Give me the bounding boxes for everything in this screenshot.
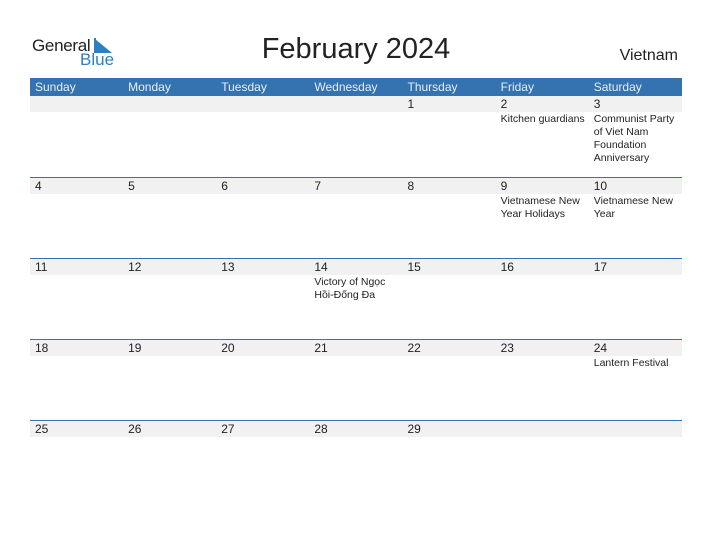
day-number [30, 96, 123, 112]
calendar-title: February 2024 [261, 33, 451, 65]
day-number: 4 [35, 179, 42, 193]
week-row: 1 2 3 Kitchen guardians Communist Party of V… [30, 96, 682, 177]
day-number: 16 [500, 260, 514, 274]
day-event [216, 194, 309, 221]
day-number: 29 [407, 422, 421, 436]
country-label: Vietnam [619, 47, 678, 64]
day-number: 7 [314, 179, 322, 193]
day-number: 5 [128, 179, 135, 193]
day-number: 22 [407, 341, 421, 355]
event-row: Vietnamese New Year Holidays Vietnamese N… [30, 194, 682, 221]
day-event [496, 356, 589, 370]
day-number: 3 [593, 97, 601, 111]
day-event [403, 112, 496, 165]
day-event: Vietnamese New Year Holidays [500, 195, 580, 220]
weekday-thursday: Thursday [407, 80, 458, 94]
day-event [123, 437, 216, 438]
day-number-row: 1 2 3 [30, 96, 682, 112]
day-number: 25 [35, 422, 49, 436]
day-number: 10 [593, 179, 608, 193]
day-event [496, 275, 589, 302]
day-number [309, 96, 402, 112]
week-row: 25 26 27 28 29 [30, 420, 682, 501]
day-event [403, 437, 496, 438]
day-event [216, 275, 309, 302]
day-number-row: 18 19 20 21 22 23 24 [30, 340, 682, 356]
day-event [216, 437, 309, 438]
day-number: 28 [314, 422, 328, 436]
day-event: Kitchen guardians [500, 113, 585, 125]
day-number [496, 421, 589, 437]
day-number-row: 25 26 27 28 29 [30, 421, 682, 437]
event-row [30, 437, 682, 438]
weekday-tuesday: Tuesday [221, 80, 267, 94]
day-number: 11 [35, 260, 48, 274]
weekday-friday: Friday [500, 80, 534, 94]
day-number: 13 [221, 260, 235, 274]
day-number: 14 [314, 260, 328, 274]
day-event [589, 437, 682, 438]
day-number: 1 [407, 97, 415, 111]
day-event [403, 356, 496, 370]
day-event [30, 112, 123, 165]
day-number [589, 421, 682, 437]
day-event [30, 356, 123, 370]
day-event [309, 437, 402, 438]
day-number [123, 96, 216, 112]
week-row: 11 12 13 14 15 16 17 Victory of Ngọc Hồi-Đống Đ… [30, 258, 682, 339]
day-event [30, 437, 123, 438]
day-number: 17 [593, 260, 608, 274]
day-event: Vietnamese New Year [593, 195, 673, 220]
event-row: Kitchen guardians Communist Party of Viet… [30, 112, 682, 165]
day-number: 19 [128, 341, 142, 355]
calendar-grid: Sunday Monday Tuesday Wednesday Thursday… [30, 78, 682, 501]
day-number-row: 4 5 6 7 8 9 10 [30, 178, 682, 194]
day-event: Lantern Festival [593, 357, 669, 369]
day-event [123, 275, 216, 302]
weekday-wednesday: Wednesday [314, 80, 378, 94]
day-number: 23 [500, 341, 514, 355]
weekday-sunday: Sunday [35, 80, 76, 94]
day-event [589, 275, 682, 302]
day-event [216, 356, 309, 370]
day-event [30, 275, 123, 302]
day-event [123, 356, 216, 370]
day-event [309, 194, 402, 221]
day-event [309, 356, 402, 370]
event-row: Lantern Festival [30, 356, 682, 370]
week-row: 18 19 20 21 22 23 24 Lantern Festival [30, 339, 682, 420]
day-number: 2 [500, 97, 508, 111]
day-event [403, 194, 496, 221]
day-number: 6 [221, 179, 228, 193]
day-event: Communist Party of Viet Nam Foundation A… [593, 113, 675, 164]
day-event [123, 194, 216, 221]
day-number: 9 [500, 179, 508, 193]
day-event [123, 112, 216, 165]
day-event [30, 194, 123, 221]
day-number-row: 11 12 13 14 15 16 17 [30, 259, 682, 275]
weekday-saturday: Saturday [593, 80, 642, 94]
day-event [216, 112, 309, 165]
day-number: 12 [128, 260, 142, 274]
day-event [403, 275, 496, 302]
day-number: 18 [35, 341, 49, 355]
day-event [309, 112, 402, 165]
week-row: 4 5 6 7 8 9 10 Vietnamese New Year Holidays Viet… [30, 177, 682, 258]
day-event: Victory of Ngọc Hồi-Đống Đa [314, 276, 386, 301]
day-event [496, 437, 589, 438]
day-number: 27 [221, 422, 235, 436]
weekday-header: Sunday Monday Tuesday Wednesday Thursday… [30, 78, 682, 96]
day-number: 24 [593, 341, 608, 355]
day-number: 15 [407, 260, 421, 274]
weekday-monday: Monday [128, 80, 171, 94]
day-number: 8 [407, 179, 415, 193]
day-number: 21 [314, 341, 328, 355]
day-number [216, 96, 309, 112]
day-number: 20 [221, 341, 235, 355]
event-row: Victory of Ngọc Hồi-Đống Đa [30, 275, 682, 302]
day-number: 26 [128, 422, 142, 436]
